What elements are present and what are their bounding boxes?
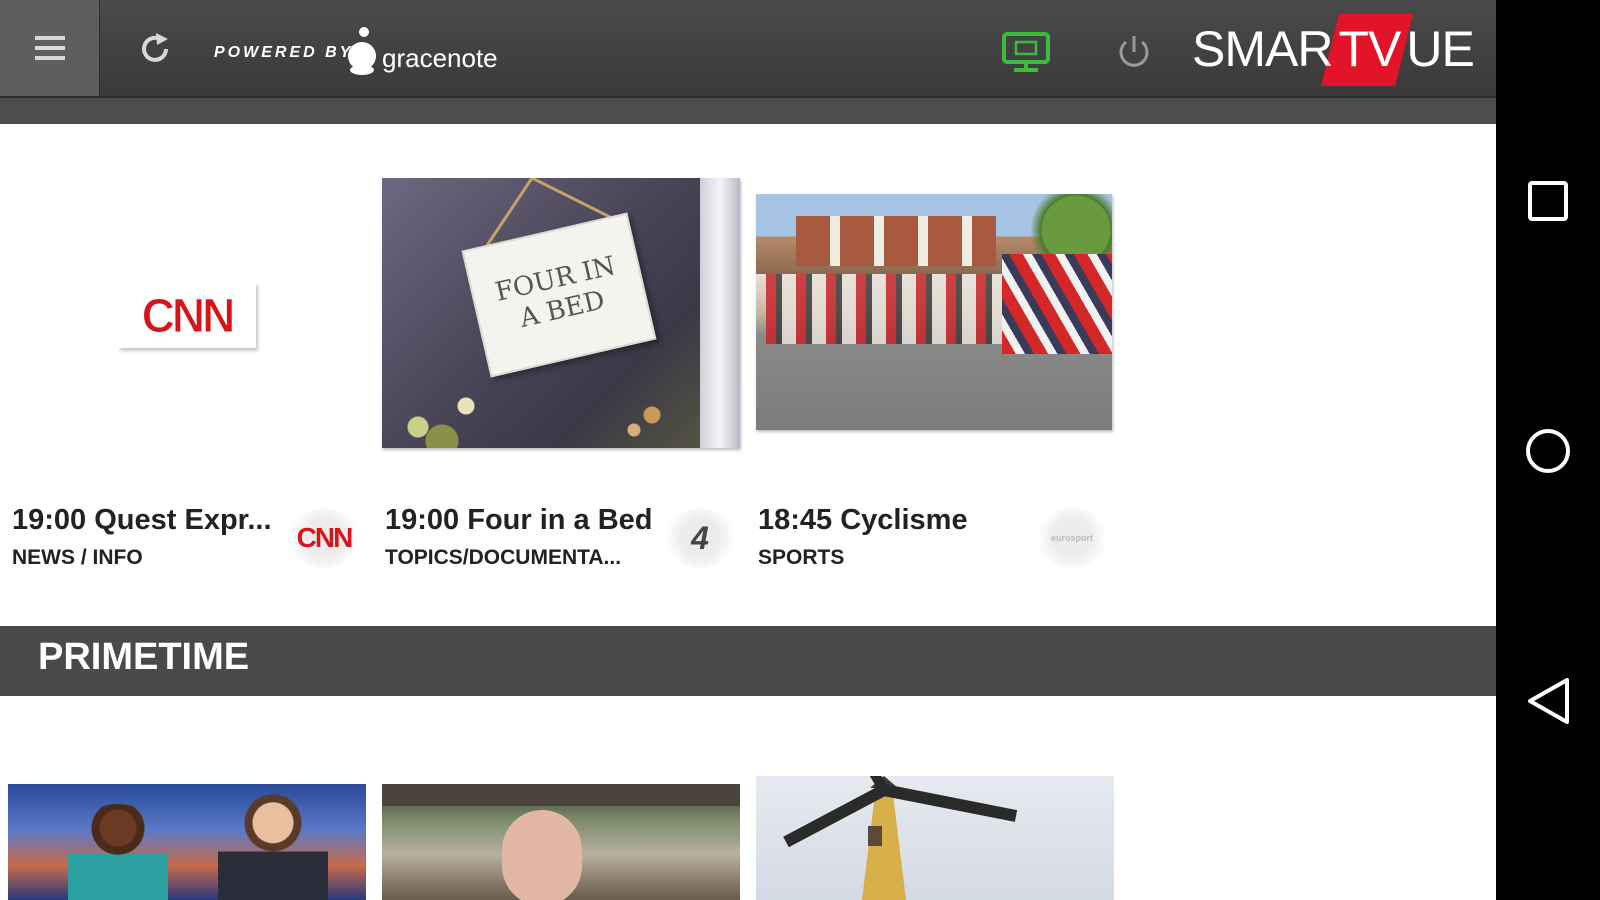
- flowers-decoration-right: [622, 390, 682, 440]
- driver-face: [502, 810, 582, 900]
- house-roofs: [796, 216, 996, 266]
- system-navigation-bar: [1496, 0, 1600, 900]
- channel-logo-text: CNN: [296, 522, 354, 553]
- hamburger-icon: [34, 36, 65, 60]
- tv-cast-button[interactable]: [996, 28, 1056, 78]
- channel-logo-cnn: CNN: [288, 508, 360, 568]
- flowers-decoration: [382, 378, 502, 448]
- news-anchors-image: [8, 784, 366, 900]
- section-title: PRIMETIME: [38, 636, 250, 678]
- cnn-logo-image: CNN: [118, 282, 256, 348]
- power-icon: [1119, 36, 1149, 67]
- brand-suffix: UE: [1406, 21, 1474, 77]
- channel-logo-text: 4: [691, 519, 709, 556]
- cyclisme-image: [756, 194, 1112, 430]
- top-bar: POWERED BY gracenote SMAR TV UE: [0, 0, 1496, 98]
- home-button[interactable]: [1496, 406, 1600, 496]
- cnn-logo-text: CNN: [141, 287, 236, 343]
- car-driver-image: [382, 784, 740, 900]
- refresh-button[interactable]: [130, 24, 180, 74]
- brand-tv: TV: [1332, 20, 1406, 78]
- refresh-icon: [142, 33, 168, 62]
- program-genre: TOPICS/DOCUMENTA...: [385, 546, 622, 569]
- crowd-flags: [1002, 254, 1112, 354]
- back-button[interactable]: [1496, 656, 1600, 746]
- four-in-a-bed-image: FOUR IN A BED: [382, 178, 740, 448]
- power-button[interactable]: [1112, 30, 1156, 74]
- sign-text: FOUR IN A BED: [492, 250, 619, 334]
- program-genre: NEWS / INFO: [12, 546, 143, 569]
- powered-by-label: POWERED BY: [214, 44, 354, 61]
- tv-cast-icon: [1002, 32, 1050, 72]
- triangle-back-icon: [1528, 678, 1569, 724]
- smartvue-app: POWERED BY gracenote SMAR TV UE CNN 19:0…: [0, 0, 1496, 900]
- program-genre: SPORTS: [758, 546, 845, 569]
- windmill-image: [756, 776, 1114, 900]
- channel-logo-text: eurosport: [1050, 533, 1093, 543]
- smartvue-logo: SMAR TV UE: [1192, 18, 1475, 80]
- windmill-icon: [783, 776, 1018, 900]
- program-title: 18:45 Cyclisme: [758, 504, 968, 536]
- program-title: 19:00 Quest Expr...: [12, 504, 272, 536]
- anchor-right: [218, 794, 328, 900]
- anchor-left: [68, 804, 168, 900]
- car-roof: [382, 784, 740, 806]
- menu-button[interactable]: [0, 0, 100, 96]
- recents-button[interactable]: [1496, 156, 1600, 246]
- channel-logo-eurosport: eurosport: [1036, 508, 1108, 568]
- gracenote-mark-icon: [348, 27, 376, 75]
- gracenote-logo: gracenote: [346, 26, 498, 76]
- channel-logo-4: 4: [664, 508, 736, 568]
- program-title: 19:00 Four in a Bed: [385, 504, 653, 536]
- gracenote-text: gracenote: [382, 43, 498, 73]
- circle-icon: [1526, 429, 1570, 473]
- square-icon: [1528, 181, 1568, 221]
- brand-prefix: SMAR: [1192, 21, 1333, 77]
- sub-bar: [0, 98, 1496, 124]
